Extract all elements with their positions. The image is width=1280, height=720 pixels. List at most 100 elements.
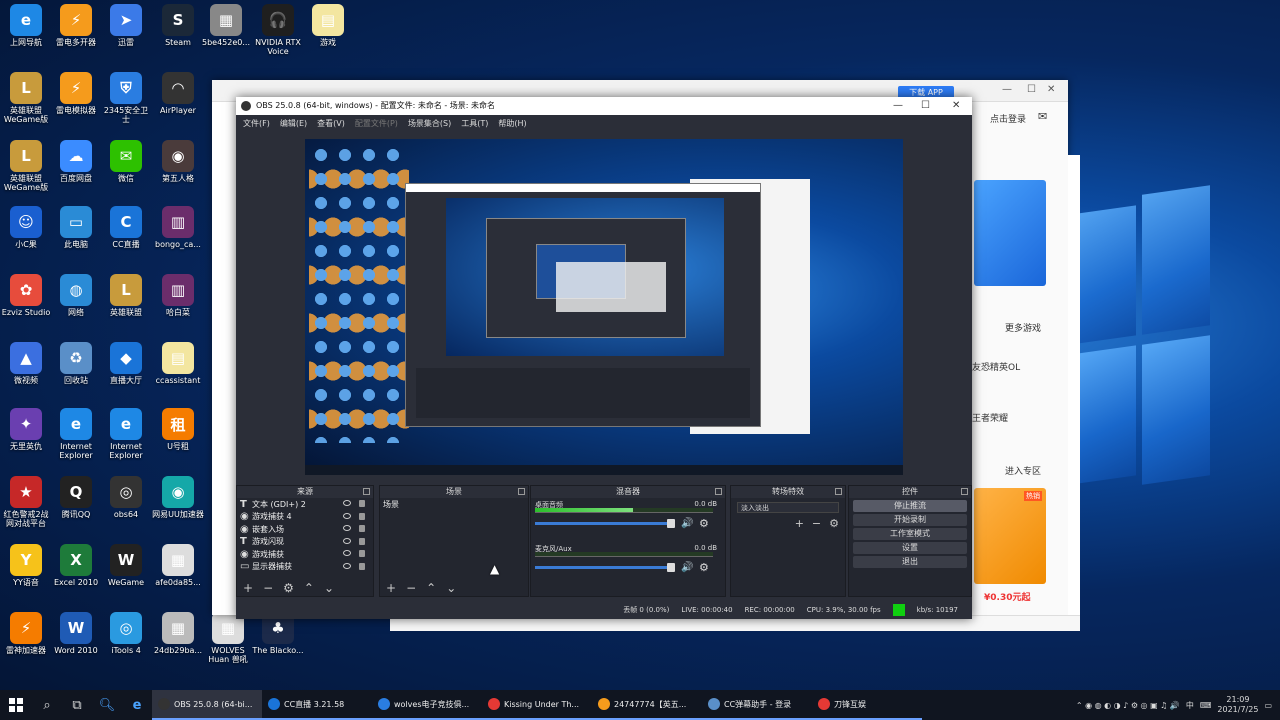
task-view-icon[interactable]: ⧉: [62, 690, 92, 720]
desktop-icon[interactable]: 租 U号租: [152, 408, 204, 451]
stop-stream-button[interactable]: 停止推流: [853, 500, 967, 512]
desktop-icon[interactable]: ▦ 24db29ba...: [152, 612, 204, 655]
popout-icon[interactable]: [961, 488, 968, 495]
menu-file[interactable]: 文件(F): [240, 118, 273, 129]
search-app-icon[interactable]: 🔍︎: [92, 690, 122, 720]
settings-button[interactable]: 设置: [853, 542, 967, 554]
taskbar-task[interactable]: wolves电子竞技俱...: [372, 690, 482, 720]
arrow-down-icon[interactable]: ⌄: [324, 581, 334, 595]
desktop-icon[interactable]: ◍ 网络: [50, 274, 102, 317]
desktop-icon[interactable]: ★ 红色警戒2战网对战平台: [0, 476, 52, 528]
maximize-icon[interactable]: ☐: [921, 97, 930, 115]
ime-indicator[interactable]: 中: [1186, 700, 1194, 711]
desktop-icon[interactable]: ♻ 回收站: [50, 342, 102, 385]
source-item[interactable]: ◉ 游戏捕获: [237, 548, 373, 561]
tray-icons[interactable]: ⌃ ◉ ◍ ◐ ◑ ♪ ⚙ ◎ ▣ ♫ 🔊: [1076, 701, 1180, 710]
desktop-icon[interactable]: ⚡ 雷电多开器: [50, 4, 102, 47]
menu-edit[interactable]: 编辑(E): [277, 118, 310, 129]
desktop-icon[interactable]: ➤ 迅雷: [100, 4, 152, 47]
visibility-eye-icon[interactable]: [343, 562, 351, 569]
menu-scene-collection[interactable]: 场景集合(S): [405, 118, 454, 129]
clock[interactable]: 21:09 2021/7/25: [1217, 695, 1258, 715]
start-record-button[interactable]: 开始录制: [853, 514, 967, 526]
desktop-icon[interactable]: ▥ bongo_ca...: [152, 206, 204, 249]
desktop-icon[interactable]: X Excel 2010: [50, 544, 102, 587]
desktop-icon[interactable]: ▭ 此电脑: [50, 206, 102, 249]
desktop-icon[interactable]: S Steam: [152, 4, 204, 47]
taskbar-task[interactable]: OBS 25.0.8 (64-bi...: [152, 690, 262, 720]
taskbar-task[interactable]: CC弹幕助手 - 登录: [702, 690, 812, 720]
visibility-eye-icon[interactable]: [343, 550, 351, 556]
studio-mode-button[interactable]: 工作室模式: [853, 528, 967, 540]
add-icon[interactable]: +: [386, 581, 396, 595]
desktop-icon[interactable]: C CC直播: [100, 206, 152, 249]
menu-view[interactable]: 查看(V): [314, 118, 348, 129]
desktop-icon[interactable]: ◎ iTools 4: [100, 612, 152, 655]
mail-icon[interactable]: ✉: [1038, 110, 1047, 123]
slider-handle[interactable]: [667, 519, 675, 528]
lock-icon[interactable]: [359, 512, 365, 520]
close-icon[interactable]: ✕: [1047, 84, 1055, 95]
speaker-icon[interactable]: 🔊: [681, 562, 693, 573]
arrow-up-icon[interactable]: ⌃: [426, 581, 436, 595]
taskbar-task[interactable]: 24747774【英五...: [592, 690, 702, 720]
search-icon[interactable]: ⌕: [32, 690, 62, 720]
remove-icon[interactable]: −: [812, 517, 821, 530]
desktop-icon[interactable]: W WeGame: [100, 544, 152, 587]
lock-icon[interactable]: [359, 562, 365, 570]
desktop-icon[interactable]: Y YY语音: [0, 544, 52, 587]
taskbar-task[interactable]: CC直播 3.21.58: [262, 690, 372, 720]
remove-icon[interactable]: −: [406, 581, 416, 595]
speaker-icon[interactable]: 🔊: [681, 518, 693, 529]
close-icon[interactable]: ✕: [952, 97, 960, 115]
desktop-icon[interactable]: ◠ AirPlayer: [152, 72, 204, 115]
promo-banner-orange[interactable]: 热销: [974, 488, 1046, 584]
popout-icon[interactable]: [835, 488, 842, 495]
arrow-down-icon[interactable]: ⌄: [446, 581, 456, 595]
source-item[interactable]: T 文本 (GDI+) 2: [237, 498, 373, 511]
start-button[interactable]: [0, 690, 32, 720]
maximize-icon[interactable]: ☐: [1027, 84, 1036, 95]
desktop-icon[interactable]: ⛨ 2345安全卫士: [100, 72, 152, 124]
popout-icon[interactable]: [518, 488, 525, 495]
lock-icon[interactable]: [359, 500, 365, 507]
login-link[interactable]: 点击登录: [990, 112, 1026, 125]
desktop-icon[interactable]: e Internet Explorer: [100, 408, 152, 460]
add-icon[interactable]: +: [243, 581, 253, 595]
desktop-icon[interactable]: ☺ 小C果: [0, 206, 52, 249]
exit-button[interactable]: 退出: [853, 556, 967, 568]
desktop-icon[interactable]: ▦ WOLVES Huan 兽吼: [202, 612, 254, 664]
desktop-icon[interactable]: ⚡ 雷电模拟器: [50, 72, 102, 115]
desktop-icon[interactable]: ▦ afe0da85...: [152, 544, 204, 587]
scene-item[interactable]: 场景: [380, 498, 528, 511]
desktop-icon[interactable]: ✉ 微信: [100, 140, 152, 183]
lock-icon[interactable]: [359, 525, 365, 532]
desktop-icon[interactable]: L 英雄联盟 WeGame版: [0, 72, 52, 124]
desktop-icon[interactable]: ◉ 第五人格: [152, 140, 204, 183]
desktop-icon[interactable]: ◆ 直播大厅: [100, 342, 152, 385]
desktop-icon[interactable]: 🎧 NVIDIA RTX Voice: [252, 4, 304, 56]
visibility-eye-icon[interactable]: [343, 512, 351, 519]
visibility-eye-icon[interactable]: [343, 525, 351, 531]
volume-slider[interactable]: [535, 519, 675, 528]
transition-select[interactable]: 淡入淡出: [737, 502, 839, 513]
notification-icon[interactable]: ▭: [1264, 701, 1272, 710]
game-link-2[interactable]: 王者荣耀: [972, 411, 1008, 424]
menu-profile[interactable]: 配置文件(P): [352, 118, 401, 129]
visibility-eye-icon[interactable]: [343, 500, 351, 506]
desktop-icon[interactable]: Q 腾讯QQ: [50, 476, 102, 519]
gear-icon[interactable]: ⚙: [699, 561, 709, 574]
source-item[interactable]: ▭ 显示器捕获: [237, 561, 373, 574]
obs-window[interactable]: OBS 25.0.8 (64-bit, windows) - 配置文件: 未命名…: [236, 97, 972, 619]
stream-preview[interactable]: [305, 139, 903, 475]
desktop-icon[interactable]: ▤ ccassistant: [152, 342, 204, 385]
desktop-icon[interactable]: ◉ 网易UU加速器: [152, 476, 204, 519]
lock-icon[interactable]: [359, 537, 365, 545]
visibility-eye-icon[interactable]: [343, 537, 351, 544]
desktop-icon[interactable]: ◎ obs64: [100, 476, 152, 519]
remove-icon[interactable]: −: [263, 581, 273, 595]
gear-icon[interactable]: ⚙: [283, 581, 294, 595]
desktop-icon[interactable]: L 英雄联盟 WeGame版: [0, 140, 52, 192]
gear-icon[interactable]: ⚙: [699, 517, 709, 530]
source-item[interactable]: ◉ 游戏捕获 4: [237, 511, 373, 524]
